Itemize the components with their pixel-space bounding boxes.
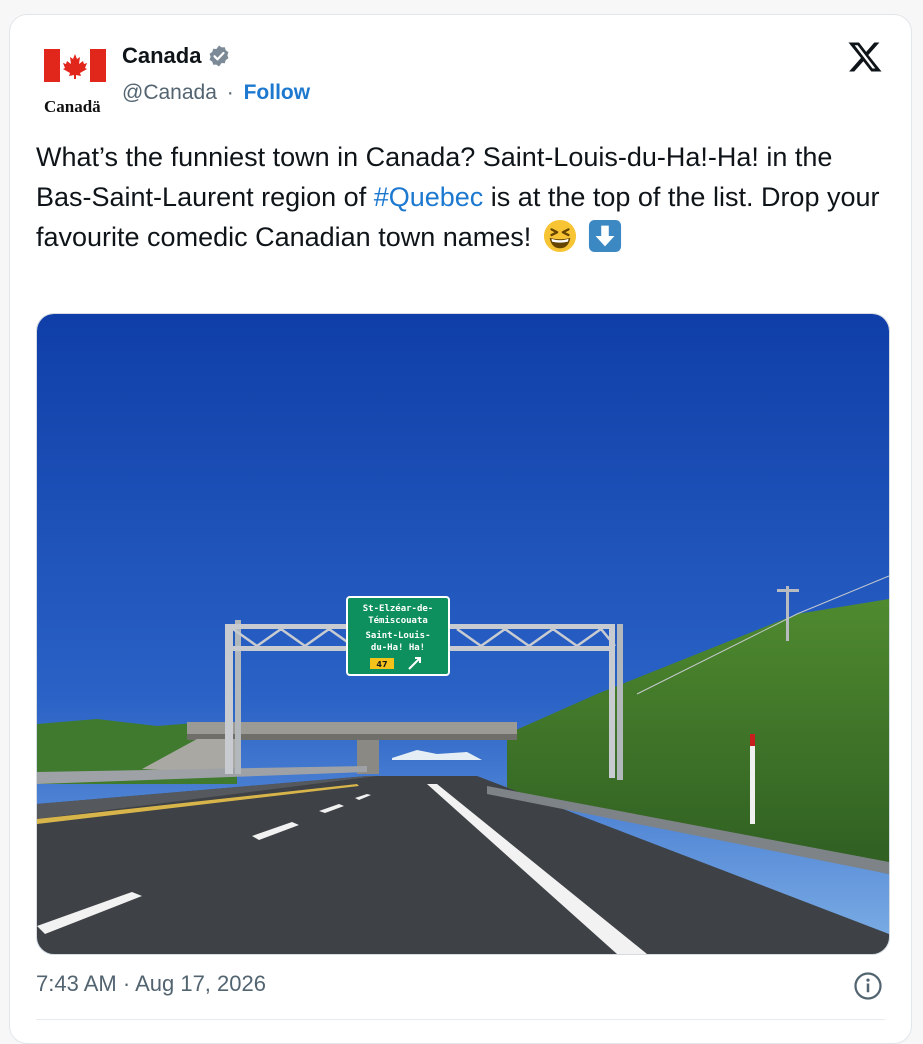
display-name[interactable]: Canada	[122, 43, 201, 69]
info-icon[interactable]	[853, 971, 883, 1001]
timestamp[interactable]: 7:43 AM · Aug 17, 2026	[36, 971, 266, 997]
tweet-time: 7:43 AM	[36, 971, 117, 996]
grinning-squinting-face-icon	[543, 219, 576, 253]
x-logo-icon[interactable]	[847, 39, 883, 75]
tweet-card: Canadä Canada @Canada · Follow What’s th…	[9, 14, 912, 1044]
account-name-row: Canada	[122, 43, 231, 69]
sign-line2: Témiscouata	[368, 615, 428, 626]
separator-dot: ·	[226, 81, 234, 104]
handle-row: @Canada · Follow	[122, 81, 310, 105]
follow-button[interactable]: Follow	[244, 81, 311, 104]
tweet-text: What’s the funniest town in Canada? Sain…	[36, 137, 886, 257]
sign-line3: Saint-Louis-	[365, 630, 430, 641]
tweet-date: Aug 17, 2026	[135, 971, 266, 996]
sign-exit-number: 47	[376, 660, 387, 669]
verified-badge-icon	[210, 45, 229, 67]
down-arrow-button-icon	[589, 219, 622, 253]
divider	[36, 1019, 885, 1020]
avatar[interactable]: Canadä	[44, 49, 120, 119]
hashtag-link[interactable]: #Quebec	[374, 182, 484, 212]
sign-line4: du-Ha! Ha!	[371, 643, 425, 653]
tweet-image[interactable]: St-Elzéar-de- Témiscouata Saint-Louis- d…	[36, 313, 890, 955]
handle[interactable]: @Canada	[122, 81, 217, 104]
canada-flag-icon	[44, 49, 106, 82]
canada-wordmark: Canadä	[44, 97, 101, 116]
highway-photo: St-Elzéar-de- Témiscouata Saint-Louis- d…	[37, 314, 889, 954]
sign-line1: St-Elzéar-de-	[363, 603, 433, 614]
timestamp-separator: ·	[122, 971, 131, 996]
